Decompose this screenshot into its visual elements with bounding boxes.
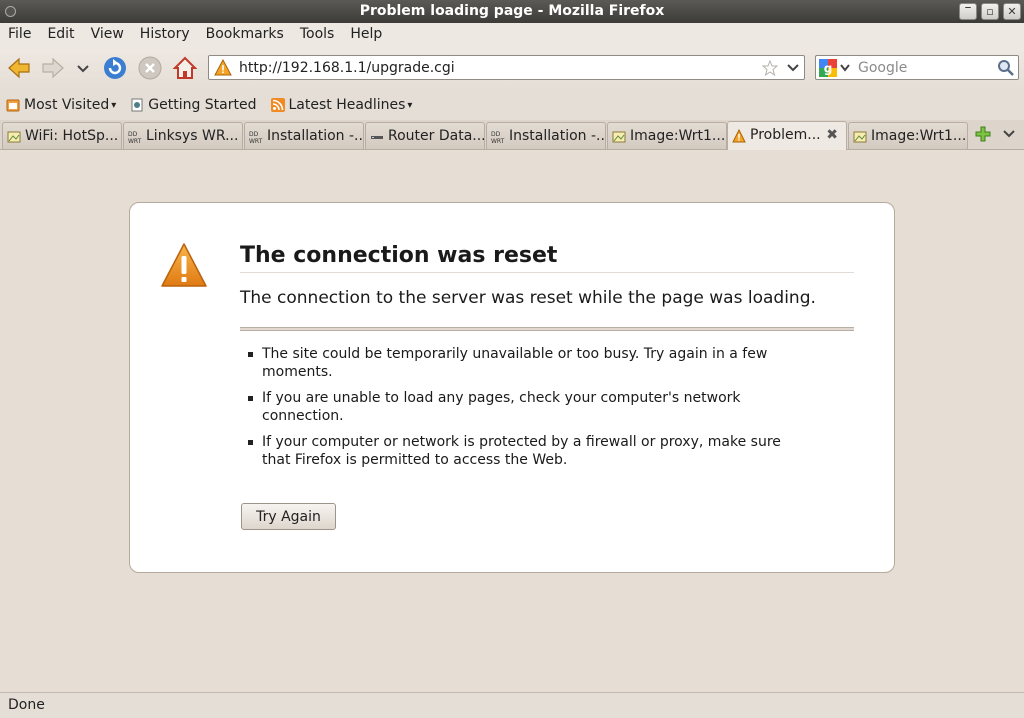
menu-view[interactable]: View	[91, 23, 132, 46]
back-arrow-icon[interactable]	[6, 55, 32, 81]
tab-list-dropdown-icon[interactable]	[1002, 128, 1016, 140]
status-text: Done	[8, 697, 45, 713]
url-text[interactable]: http://192.168.1.1/upgrade.cgi	[239, 60, 455, 76]
list-item: If your computer or network is protected…	[248, 433, 808, 469]
tab-strip: WiFi: HotSp... DD WRT Linksys WR... DD WRT…	[0, 120, 1024, 150]
minimize-button[interactable]: ‾	[959, 3, 977, 20]
tab-installation-2[interactable]: DD WRT Installation -...	[486, 122, 606, 149]
search-icon[interactable]	[997, 59, 1015, 77]
chevron-down-icon: ▾	[407, 99, 413, 111]
forward-arrow-icon[interactable]	[40, 55, 66, 81]
bookmark-label: Latest Headlines	[288, 97, 406, 113]
list-item: If you are unable to load any pages, che…	[248, 389, 808, 425]
error-suggestions: The site could be temporarily unavailabl…	[248, 345, 808, 477]
tab-image-wrt-2[interactable]: Image:Wrt1...	[848, 122, 968, 149]
home-icon[interactable]	[172, 55, 198, 81]
url-bar[interactable]: http://192.168.1.1/upgrade.cgi	[208, 55, 805, 80]
svg-text:WRT: WRT	[128, 138, 142, 144]
ddwrt-icon: DDWRT	[491, 131, 505, 144]
tab-image-wrt-1[interactable]: Image:Wrt1...	[607, 122, 727, 149]
menu-tools[interactable]: Tools	[300, 23, 343, 46]
history-dropdown-icon[interactable]	[72, 55, 94, 81]
error-divider	[240, 327, 854, 331]
reload-icon[interactable]	[102, 55, 128, 81]
svg-text:WRT: WRT	[249, 138, 263, 144]
menu-help[interactable]: Help	[350, 23, 390, 46]
image-icon	[7, 131, 21, 143]
tab-label: Image:Wrt1...	[871, 128, 967, 144]
menu-file[interactable]: File	[8, 23, 39, 46]
warning-icon	[732, 129, 746, 143]
ddwrt-icon: DDWRT	[249, 131, 263, 144]
tab-label: Installation -...	[509, 128, 606, 144]
search-input[interactable]: Google	[858, 60, 907, 76]
bookmark-label: Getting Started	[148, 97, 257, 113]
page-icon	[131, 98, 143, 112]
error-panel: The connection was reset The connection …	[129, 202, 895, 573]
status-bar: Done	[0, 692, 1024, 718]
tab-label: WiFi: HotSp...	[25, 128, 119, 144]
close-window-button[interactable]: ✕	[1003, 3, 1021, 20]
svg-text:DD: DD	[491, 131, 501, 138]
new-tab-plus-icon[interactable]	[974, 125, 992, 143]
bookmark-label: Most Visited	[24, 97, 110, 113]
tab-problem-loading[interactable]: Problem... ✖	[727, 121, 847, 150]
tab-installation-1[interactable]: DD WRT Installation -...	[244, 122, 364, 149]
error-title: The connection was reset	[240, 243, 854, 273]
tab-label: Image:Wrt1...	[630, 128, 726, 144]
title-bar: Problem loading page - Mozilla Firefox ‾…	[0, 0, 1024, 23]
rss-icon	[270, 98, 285, 112]
svg-text:WRT: WRT	[491, 138, 505, 144]
svg-text:DD: DD	[128, 131, 138, 138]
bookmark-star-icon[interactable]	[762, 60, 778, 76]
warning-icon[interactable]	[214, 59, 232, 76]
menu-bookmarks[interactable]: Bookmarks	[206, 23, 292, 46]
tab-linksys[interactable]: DD WRT Linksys WR...	[123, 122, 243, 149]
list-item: The site could be temporarily unavailabl…	[248, 345, 808, 381]
error-short-description: The connection to the server was reset w…	[240, 288, 816, 308]
chevron-down-icon: ▾	[111, 99, 117, 111]
tab-label: Linksys WR...	[146, 128, 239, 144]
large-warning-icon	[161, 243, 207, 287]
ddwrt-icon: DDWRT	[128, 131, 142, 144]
google-engine-icon[interactable]: g	[819, 59, 837, 77]
maximize-button[interactable]: ▫	[981, 3, 999, 20]
url-dropdown-icon[interactable]	[786, 62, 800, 74]
router-icon	[371, 136, 383, 139]
svg-text:DD: DD	[249, 131, 259, 138]
folder-rss-icon	[6, 99, 20, 112]
bookmark-latest-headlines[interactable]: Latest Headlines ▾	[270, 97, 413, 113]
menu-history[interactable]: History	[140, 23, 198, 46]
menu-bar: File Edit View History Bookmarks Tools H…	[0, 23, 1024, 46]
image-icon	[853, 131, 867, 143]
bookmarks-toolbar: Most Visited ▾ Getting Started Latest He…	[0, 92, 1024, 118]
window-title: Problem loading page - Mozilla Firefox	[359, 3, 665, 19]
svg-text:g: g	[824, 62, 833, 76]
bookmark-getting-started[interactable]: Getting Started	[130, 97, 257, 113]
close-tab-icon[interactable]: ✖	[826, 127, 838, 143]
tab-router-database[interactable]: Router Data...	[365, 122, 485, 149]
search-bar[interactable]: g Google	[815, 55, 1019, 80]
tab-label: Router Data...	[388, 128, 485, 144]
tab-label: Problem...	[750, 127, 821, 143]
try-again-button[interactable]: Try Again	[241, 503, 336, 530]
bookmark-most-visited[interactable]: Most Visited ▾	[6, 97, 116, 113]
search-engine-dropdown-icon[interactable]	[839, 63, 851, 73]
image-icon	[612, 131, 626, 143]
tab-wifi-hotspot[interactable]: WiFi: HotSp...	[2, 122, 122, 149]
stop-icon[interactable]	[137, 55, 163, 81]
page-content: The connection was reset The connection …	[0, 150, 1024, 692]
tab-label: Installation -...	[267, 128, 364, 144]
menu-edit[interactable]: Edit	[47, 23, 82, 46]
